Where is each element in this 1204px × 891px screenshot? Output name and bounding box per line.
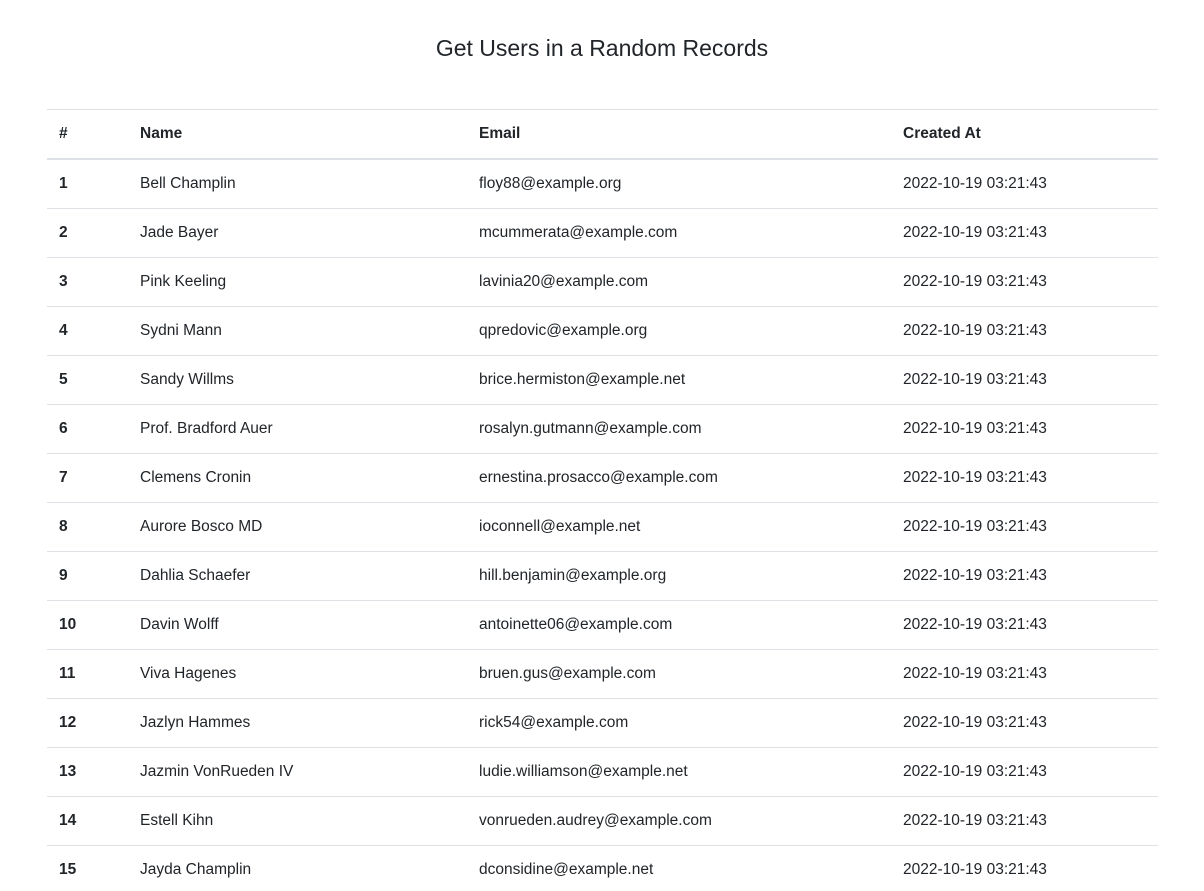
user-email-cell: antoinette06@example.com — [467, 600, 891, 650]
row-number-cell: 6 — [47, 404, 128, 454]
column-header-email: Email — [467, 109, 891, 160]
created-at-cell: 2022-10-19 03:21:43 — [891, 845, 1158, 891]
user-name-cell: Bell Champlin — [128, 159, 467, 209]
created-at-cell: 2022-10-19 03:21:43 — [891, 208, 1158, 258]
table-row: 12 Jazlyn Hammes rick54@example.com 2022-10… — [47, 698, 1158, 748]
table-row: 13 Jazmin VonRueden IV ludie.williamson@ex… — [47, 747, 1158, 797]
column-header-number: # — [47, 109, 128, 160]
user-email-cell: mcummerata@example.com — [467, 208, 891, 258]
user-email-cell: brice.hermiston@example.net — [467, 355, 891, 405]
page: Get Users in a Random Records # Name Ema… — [0, 0, 1204, 891]
row-number-cell: 14 — [47, 796, 128, 846]
user-name-cell: Sandy Willms — [128, 355, 467, 405]
table-row: 3 Pink Keeling lavinia20@example.com 2022-1… — [47, 257, 1158, 307]
column-header-name: Name — [128, 109, 467, 160]
table-row: 8 Aurore Bosco MD ioconnell@example.net 202… — [47, 502, 1158, 552]
created-at-cell: 2022-10-19 03:21:43 — [891, 257, 1158, 307]
column-header-created-at: Created At — [891, 109, 1158, 160]
created-at-cell: 2022-10-19 03:21:43 — [891, 453, 1158, 503]
user-name-cell: Davin Wolff — [128, 600, 467, 650]
row-number-cell: 2 — [47, 208, 128, 258]
user-name-cell: Jayda Champlin — [128, 845, 467, 891]
created-at-cell: 2022-10-19 03:21:43 — [891, 747, 1158, 797]
user-email-cell: ernestina.prosacco@example.com — [467, 453, 891, 503]
row-number-cell: 5 — [47, 355, 128, 405]
user-email-cell: lavinia20@example.com — [467, 257, 891, 307]
user-email-cell: floy88@example.org — [467, 159, 891, 209]
row-number-cell: 11 — [47, 649, 128, 699]
row-number-cell: 13 — [47, 747, 128, 797]
row-number-cell: 4 — [47, 306, 128, 356]
table-row: 6 Prof. Bradford Auer rosalyn.gutmann@exam… — [47, 404, 1158, 454]
user-email-cell: dconsidine@example.net — [467, 845, 891, 891]
table-row: 15 Jayda Champlin dconsidine@example.net 20… — [47, 845, 1158, 891]
created-at-cell: 2022-10-19 03:21:43 — [891, 355, 1158, 405]
table-row: 14 Estell Kihn vonrueden.audrey@example.co… — [47, 796, 1158, 846]
table-row: 11 Viva Hagenes bruen.gus@example.com 2022-… — [47, 649, 1158, 699]
created-at-cell: 2022-10-19 03:21:43 — [891, 404, 1158, 454]
table-row: 4 Sydni Mann qpredovic@example.org 2022-10-… — [47, 306, 1158, 356]
user-name-cell: Aurore Bosco MD — [128, 502, 467, 552]
user-email-cell: ioconnell@example.net — [467, 502, 891, 552]
user-name-cell: Jazmin VonRueden IV — [128, 747, 467, 797]
user-name-cell: Jade Bayer — [128, 208, 467, 258]
user-name-cell: Dahlia Schaefer — [128, 551, 467, 601]
user-email-cell: rick54@example.com — [467, 698, 891, 748]
created-at-cell: 2022-10-19 03:21:43 — [891, 698, 1158, 748]
user-email-cell: rosalyn.gutmann@example.com — [467, 404, 891, 454]
user-email-cell: qpredovic@example.org — [467, 306, 891, 356]
row-number-cell: 8 — [47, 502, 128, 552]
table-row: 2 Jade Bayer mcummerata@example.com 2022-10… — [47, 208, 1158, 258]
user-name-cell: Estell Kihn — [128, 796, 467, 846]
table-row: 7 Clemens Cronin ernestina.prosacco@exampl… — [47, 453, 1158, 503]
user-name-cell: Pink Keeling — [128, 257, 467, 307]
row-number-cell: 12 — [47, 698, 128, 748]
created-at-cell: 2022-10-19 03:21:43 — [891, 600, 1158, 650]
row-number-cell: 1 — [47, 159, 128, 209]
created-at-cell: 2022-10-19 03:21:43 — [891, 159, 1158, 209]
created-at-cell: 2022-10-19 03:21:43 — [891, 502, 1158, 552]
row-number-cell: 15 — [47, 845, 128, 891]
table-row: 9 Dahlia Schaefer hill.benjamin@example.or… — [47, 551, 1158, 601]
user-email-cell: vonrueden.audrey@example.com — [467, 796, 891, 846]
table-row: 1 Bell Champlin floy88@example.org 2022-10-… — [47, 159, 1158, 209]
user-name-cell: Clemens Cronin — [128, 453, 467, 503]
row-number-cell: 9 — [47, 551, 128, 601]
user-email-cell: hill.benjamin@example.org — [467, 551, 891, 601]
table-header: # Name Email Created At — [47, 109, 1158, 160]
users-table: # Name Email Created At 1 Bell Champlin fl… — [47, 109, 1158, 891]
row-number-cell: 10 — [47, 600, 128, 650]
created-at-cell: 2022-10-19 03:21:43 — [891, 649, 1158, 699]
table-row: 10 Davin Wolff antoinette06@example.com 202… — [47, 600, 1158, 650]
user-name-cell: Prof. Bradford Auer — [128, 404, 467, 454]
user-name-cell: Jazlyn Hammes — [128, 698, 467, 748]
user-name-cell: Sydni Mann — [128, 306, 467, 356]
table-body: 1 Bell Champlin floy88@example.org 2022-10-… — [47, 159, 1158, 891]
created-at-cell: 2022-10-19 03:21:43 — [891, 306, 1158, 356]
user-email-cell: bruen.gus@example.com — [467, 649, 891, 699]
user-email-cell: ludie.williamson@example.net — [467, 747, 891, 797]
user-name-cell: Viva Hagenes — [128, 649, 467, 699]
page-title: Get Users in a Random Records — [435, 35, 769, 61]
row-number-cell: 3 — [47, 257, 128, 307]
table-header-row: # Name Email Created At — [47, 109, 1158, 160]
row-number-cell: 7 — [47, 453, 128, 503]
created-at-cell: 2022-10-19 03:21:43 — [891, 796, 1158, 846]
table-row: 5 Sandy Willms brice.hermiston@example.net… — [47, 355, 1158, 405]
created-at-cell: 2022-10-19 03:21:43 — [891, 551, 1158, 601]
